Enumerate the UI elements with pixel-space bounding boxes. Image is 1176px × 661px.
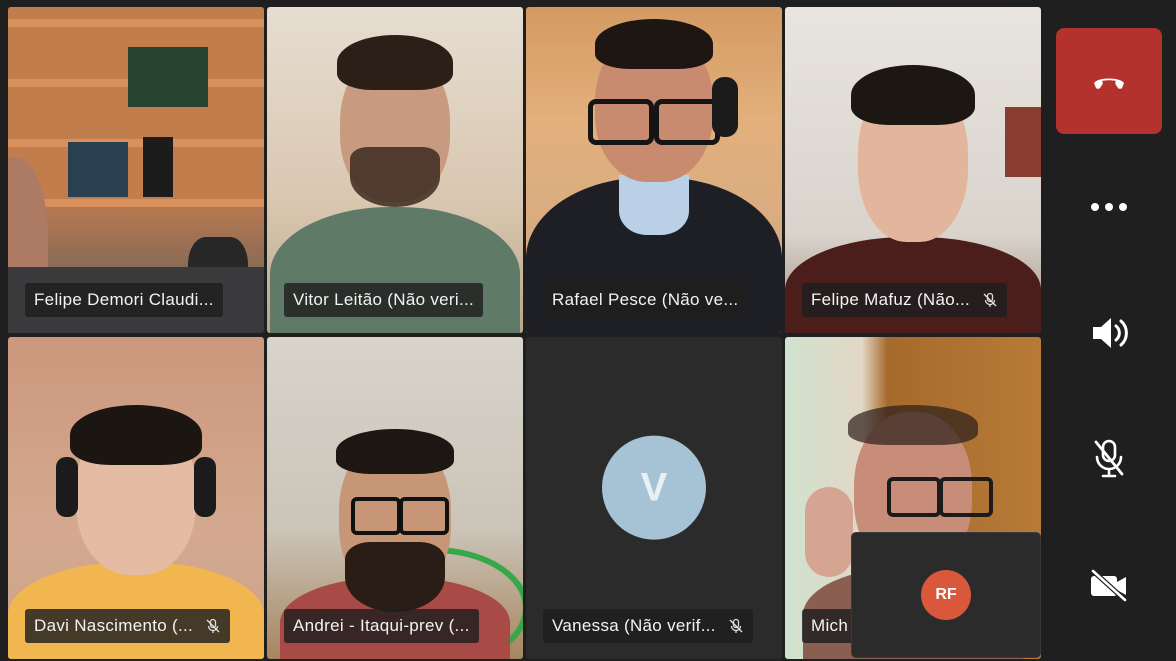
camera-toggle-button[interactable] bbox=[1056, 532, 1162, 638]
participant-name: Felipe Demori Claudi... bbox=[34, 290, 214, 309]
participant-name: Vitor Leitão (Não veri... bbox=[293, 290, 475, 309]
participant-tile-rafael-pesce[interactable]: Rafael Pesce (Não ve... bbox=[526, 7, 782, 333]
participant-name: Mich bbox=[811, 616, 849, 635]
speaker-icon bbox=[1093, 318, 1128, 348]
speaker-button[interactable] bbox=[1056, 280, 1162, 386]
mic-off-icon bbox=[206, 618, 220, 633]
participant-name-label: Vitor Leitão (Não veri... bbox=[284, 283, 484, 317]
participant-name: Felipe Mafuz (Não... bbox=[811, 290, 971, 309]
mic-toggle-button[interactable] bbox=[1056, 406, 1162, 512]
hang-up-icon bbox=[1094, 78, 1124, 89]
mic-off-icon bbox=[983, 292, 997, 307]
participant-tile-davi-nascimento[interactable]: Davi Nascimento (... bbox=[8, 337, 264, 659]
mic-off-icon bbox=[729, 618, 743, 633]
more-options-button[interactable] bbox=[1056, 154, 1162, 260]
self-view[interactable]: RF bbox=[852, 533, 1040, 657]
participant-name-label: Mich bbox=[802, 609, 858, 643]
mic-off-icon bbox=[1094, 439, 1124, 478]
participant-name-label: Felipe Demori Claudi... bbox=[25, 283, 223, 317]
participant-name-label: Felipe Mafuz (Não... bbox=[802, 283, 1008, 317]
participant-tile-vanessa[interactable]: V Vanessa (Não verif... bbox=[526, 337, 782, 659]
participant-tile-andrei[interactable]: Andrei - Itaqui-prev (... bbox=[267, 337, 523, 659]
participant-name-label: Vanessa (Não verif... bbox=[543, 609, 753, 643]
participant-name: Vanessa (Não verif... bbox=[552, 616, 716, 635]
call-controls bbox=[1042, 0, 1176, 661]
participant-name: Rafael Pesce (Não ve... bbox=[552, 290, 739, 309]
participant-name-label: Davi Nascimento (... bbox=[25, 609, 231, 643]
participant-name-label: Rafael Pesce (Não ve... bbox=[543, 283, 748, 317]
participant-tile-felipe-mafuz[interactable]: Felipe Mafuz (Não... bbox=[785, 7, 1041, 333]
participant-tile-felipe-demori[interactable]: Felipe Demori Claudi... bbox=[8, 7, 264, 333]
camera-off-icon bbox=[1091, 569, 1127, 602]
hang-up-button[interactable] bbox=[1056, 28, 1162, 134]
participant-name: Andrei - Itaqui-prev (... bbox=[293, 616, 470, 635]
participant-tile-vitor-leitao[interactable]: Vitor Leitão (Não veri... bbox=[267, 7, 523, 333]
avatar: RF bbox=[921, 570, 971, 620]
participant-name-label: Andrei - Itaqui-prev (... bbox=[284, 609, 479, 643]
avatar: V bbox=[602, 435, 706, 540]
more-options-icon bbox=[1091, 203, 1127, 211]
participant-name: Davi Nascimento (... bbox=[34, 616, 194, 635]
